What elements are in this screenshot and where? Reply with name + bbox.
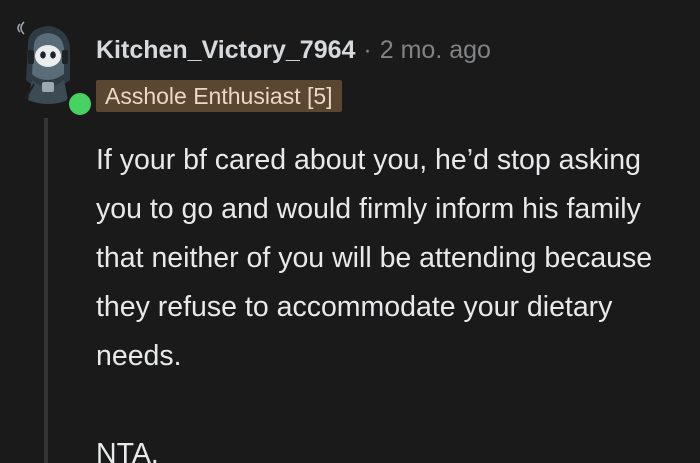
user-flair-badge: Asshole Enthusiast [5]: [96, 80, 342, 112]
online-status-icon: [66, 90, 94, 118]
comment-header: Kitchen_Victory_7964 · 2 mo. ago: [96, 32, 491, 68]
username-link[interactable]: Kitchen_Victory_7964: [96, 36, 355, 65]
thread-line[interactable]: [44, 118, 48, 463]
timestamp-link[interactable]: 2 mo. ago: [380, 36, 491, 65]
comment-paragraph: If your bf cared about you, he’d stop as…: [96, 144, 653, 372]
comment-verdict: NTA.: [96, 438, 159, 463]
user-avatar[interactable]: [14, 14, 94, 118]
separator-dot: ·: [363, 35, 372, 64]
comment-body: If your bf cared about you, he’d stop as…: [96, 136, 686, 463]
